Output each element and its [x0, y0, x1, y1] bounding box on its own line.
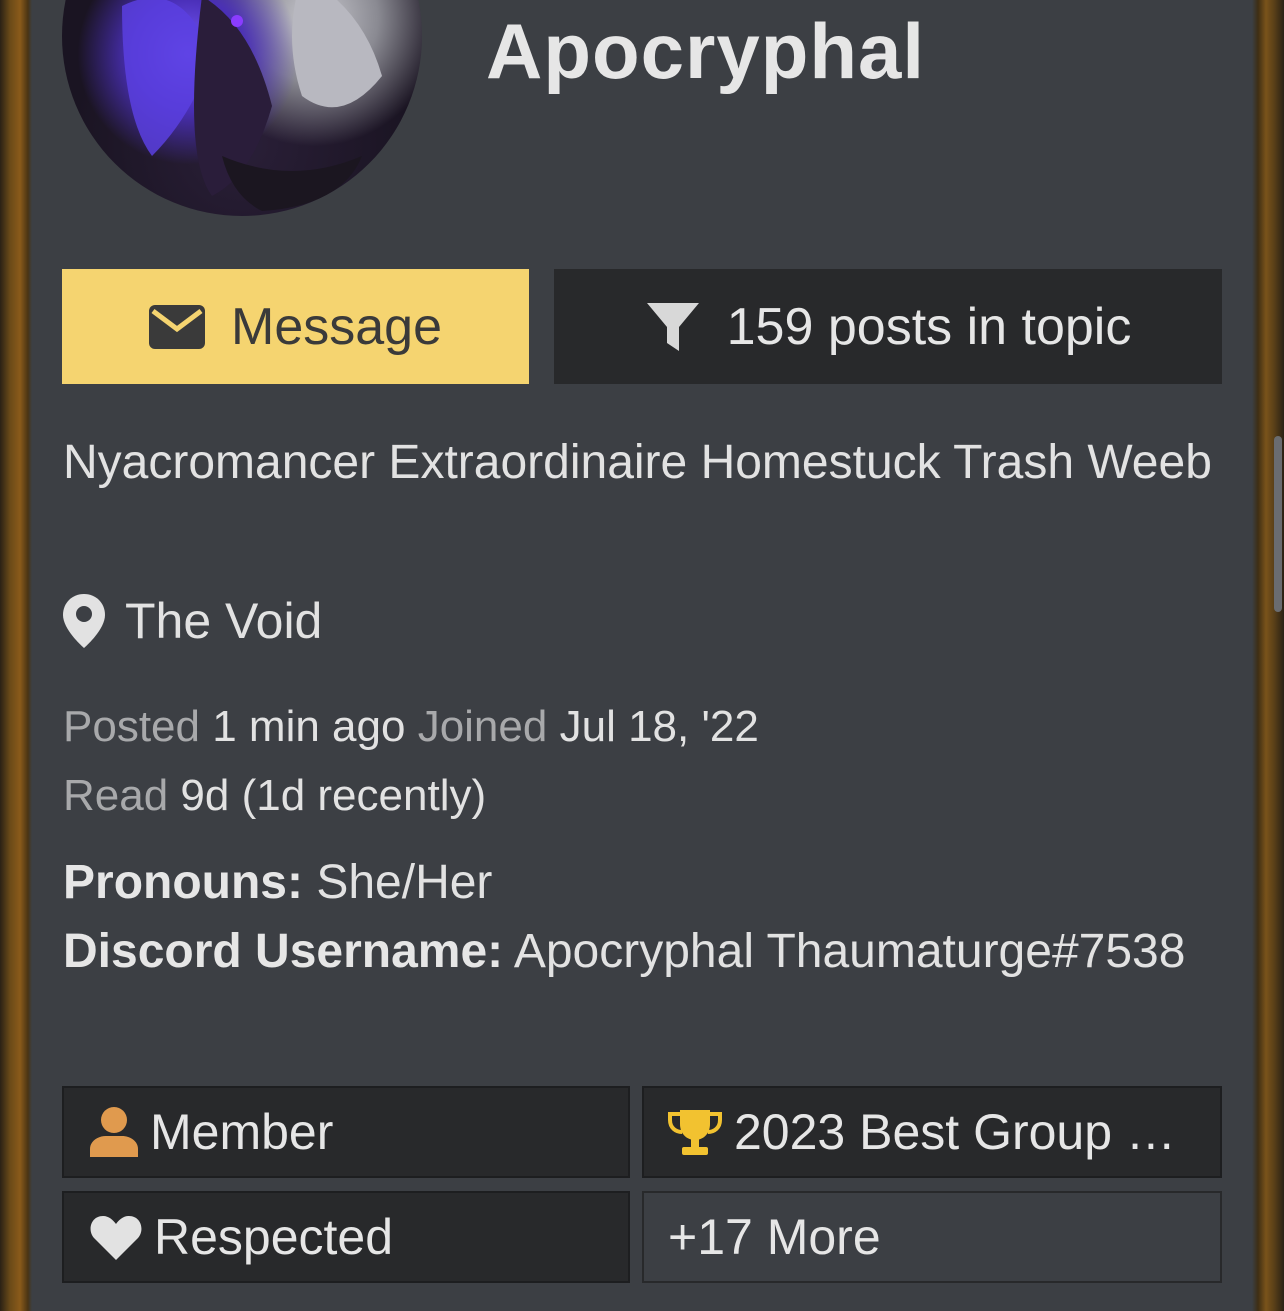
heart-icon	[90, 1216, 142, 1260]
pronouns-field: Pronouns: She/Her	[63, 848, 1213, 917]
meta-line-2: Read 9d (1d recently)	[63, 761, 1213, 830]
more-badges-label: +17 More	[668, 1209, 881, 1265]
discord-value: Apocryphal Thaumaturge#7538	[513, 925, 1186, 978]
more-badges-button[interactable]: +17 More	[642, 1191, 1222, 1283]
user-icon	[90, 1107, 138, 1157]
message-button[interactable]: Message	[62, 269, 529, 384]
message-button-label: Message	[231, 297, 442, 356]
badge-award-label: 2023 Best Group …	[734, 1104, 1176, 1160]
location: The Void	[63, 592, 322, 650]
trophy-icon	[668, 1110, 722, 1155]
posted-value[interactable]: 1 min ago	[212, 702, 405, 751]
pronouns-value: She/Her	[316, 856, 493, 909]
map-pin-icon	[63, 594, 105, 648]
user-title: Nyacromancer Extraordinaire Homestuck Tr…	[63, 436, 1212, 489]
joined-label: Joined	[417, 702, 548, 751]
filter-icon	[646, 302, 699, 351]
posts-in-topic-button[interactable]: 159 posts in topic	[554, 269, 1222, 384]
meta-line-1: Posted 1 min ago Joined Jul 18, '22	[63, 692, 1213, 761]
badge-respected[interactable]: Respected	[62, 1191, 630, 1283]
badge-member-label: Member	[150, 1104, 334, 1160]
user-fields: Pronouns: She/Her Discord Username: Apoc…	[63, 848, 1213, 986]
badge-member[interactable]: Member	[62, 1086, 630, 1178]
username[interactable]: Apocryphal	[486, 12, 925, 90]
posts-in-topic-label: 159 posts in topic	[726, 297, 1132, 356]
scrollbar[interactable]	[1274, 436, 1282, 612]
avatar[interactable]	[62, 0, 422, 216]
envelope-icon	[149, 304, 205, 349]
right-border-frame	[1252, 0, 1284, 1311]
discord-field: Discord Username: Apocryphal Thaumaturge…	[63, 917, 1213, 986]
discord-label: Discord Username:	[63, 925, 504, 978]
pronouns-label: Pronouns:	[63, 856, 303, 909]
read-label: Read	[63, 771, 169, 820]
left-border-frame	[0, 0, 32, 1311]
read-value: 9d (1d recently)	[180, 771, 487, 820]
location-text: The Void	[125, 593, 323, 649]
badge-respected-label: Respected	[154, 1209, 394, 1265]
joined-value: Jul 18, '22	[559, 702, 759, 751]
badge-award[interactable]: 2023 Best Group …	[642, 1086, 1222, 1178]
posted-label: Posted	[63, 702, 200, 751]
post-meta: Posted 1 min ago Joined Jul 18, '22 Read…	[63, 692, 1213, 830]
